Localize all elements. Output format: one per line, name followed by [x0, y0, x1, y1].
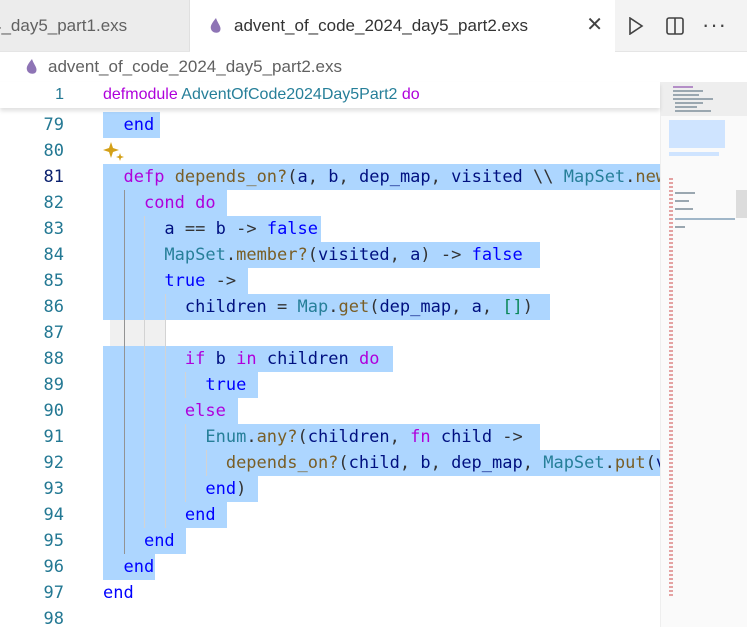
code-line: 90 else	[0, 398, 660, 424]
line-number: 82	[43, 193, 64, 213]
line-number: 84	[43, 245, 64, 265]
close-icon[interactable]: ✕	[586, 15, 603, 35]
code-line: 80	[0, 138, 660, 164]
line-number: 87	[43, 323, 64, 343]
code-line: 82 cond do	[0, 190, 660, 216]
tab-label: 4_day5_part1.exs	[0, 15, 128, 35]
breadcrumb-file[interactable]: advent_of_code_2024_day5_part2.exs	[48, 57, 342, 77]
elixir-file-icon	[26, 59, 37, 74]
minimap[interactable]	[660, 82, 747, 627]
breadcrumb: advent_of_code_2024_day5_part2.exs	[0, 52, 660, 82]
run-icon[interactable]	[628, 17, 644, 35]
sparkle-icon[interactable]	[103, 141, 125, 163]
sticky-code: defmodule AdventOfCode2024Day5Part2 do	[103, 86, 420, 103]
tab-day5-part1[interactable]: 4_day5_part1.exs	[0, 0, 190, 51]
code-text: MapSet.member?(visited, a) -> false	[164, 245, 523, 265]
code-line: 95 end	[0, 528, 660, 554]
line-number: 90	[43, 401, 64, 421]
code-line: 92 depends_on?(child, b, dep_map, MapSet…	[0, 450, 660, 476]
code-text: a == b -> false	[164, 219, 319, 239]
split-editor-icon[interactable]	[665, 16, 685, 36]
code-line: 88 if b in children do	[0, 346, 660, 372]
code-text: true ->	[164, 271, 237, 291]
code-line: 96 end	[0, 554, 660, 580]
code-text: end	[143, 531, 175, 551]
scrollbar-thumb[interactable]	[736, 190, 747, 218]
code-text: children = Map.get(dep_map, a, [])	[184, 297, 534, 317]
code-text: end	[123, 115, 155, 135]
line-number: 83	[43, 219, 64, 239]
code-editor[interactable]: 79 end 80 81 defp depends_on?(a, b, dep_…	[0, 82, 660, 627]
line-number: 1	[55, 86, 64, 103]
line-number: 95	[43, 531, 64, 551]
code-line: 94 end	[0, 502, 660, 528]
line-number: 81	[43, 167, 64, 187]
line-number: 92	[43, 453, 64, 473]
line-number: 97	[43, 583, 64, 603]
tab-day5-part2[interactable]: advent_of_code_2024_day5_part2.exs ✕	[190, 0, 615, 52]
code-line: 85 true ->	[0, 268, 660, 294]
line-number: 86	[43, 297, 64, 317]
more-actions-icon[interactable]: ···	[702, 12, 727, 38]
tab-label: advent_of_code_2024_day5_part2.exs	[234, 16, 528, 35]
line-number: 98	[43, 609, 64, 627]
code-text: cond do	[143, 193, 216, 213]
line-number: 94	[43, 505, 64, 525]
code-text: defp depends_on?(a, b, dep_map, visited …	[123, 167, 660, 187]
code-line: 79 end	[0, 112, 660, 138]
code-text: end	[123, 557, 155, 577]
code-line: 83 a == b -> false	[0, 216, 660, 242]
code-line: 91 Enum.any?(children, fn child ->	[0, 424, 660, 450]
code-text: end	[184, 505, 216, 525]
code-line: 81 defp depends_on?(a, b, dep_map, visit…	[0, 164, 660, 190]
code-line: 97 end	[0, 580, 660, 606]
line-number: 91	[43, 427, 64, 447]
sticky-scroll-line[interactable]: 1 defmodule AdventOfCode2024Day5Part2 do	[0, 82, 660, 108]
tab-bar: 4_day5_part1.exs advent_of_code_2024_day…	[0, 0, 747, 52]
code-text: depends_on?(child, b, dep_map, MapSet.pu…	[225, 453, 660, 473]
code-line: 86 children = Map.get(dep_map, a, [])	[0, 294, 660, 320]
line-number: 88	[43, 349, 64, 369]
code-line: 89 true	[0, 372, 660, 398]
code-line: 98	[0, 606, 660, 627]
line-number: 80	[43, 141, 64, 161]
line-number: 79	[43, 115, 64, 135]
line-number: 93	[43, 479, 64, 499]
line-number: 96	[43, 557, 64, 577]
code-line: 87	[0, 320, 660, 346]
line-number: 85	[43, 271, 64, 291]
elixir-file-icon	[210, 18, 221, 33]
line-number: 89	[43, 375, 64, 395]
code-line: 84 MapSet.member?(visited, a) -> false	[0, 242, 660, 268]
code-line: 93 end)	[0, 476, 660, 502]
code-text: end	[103, 583, 134, 603]
